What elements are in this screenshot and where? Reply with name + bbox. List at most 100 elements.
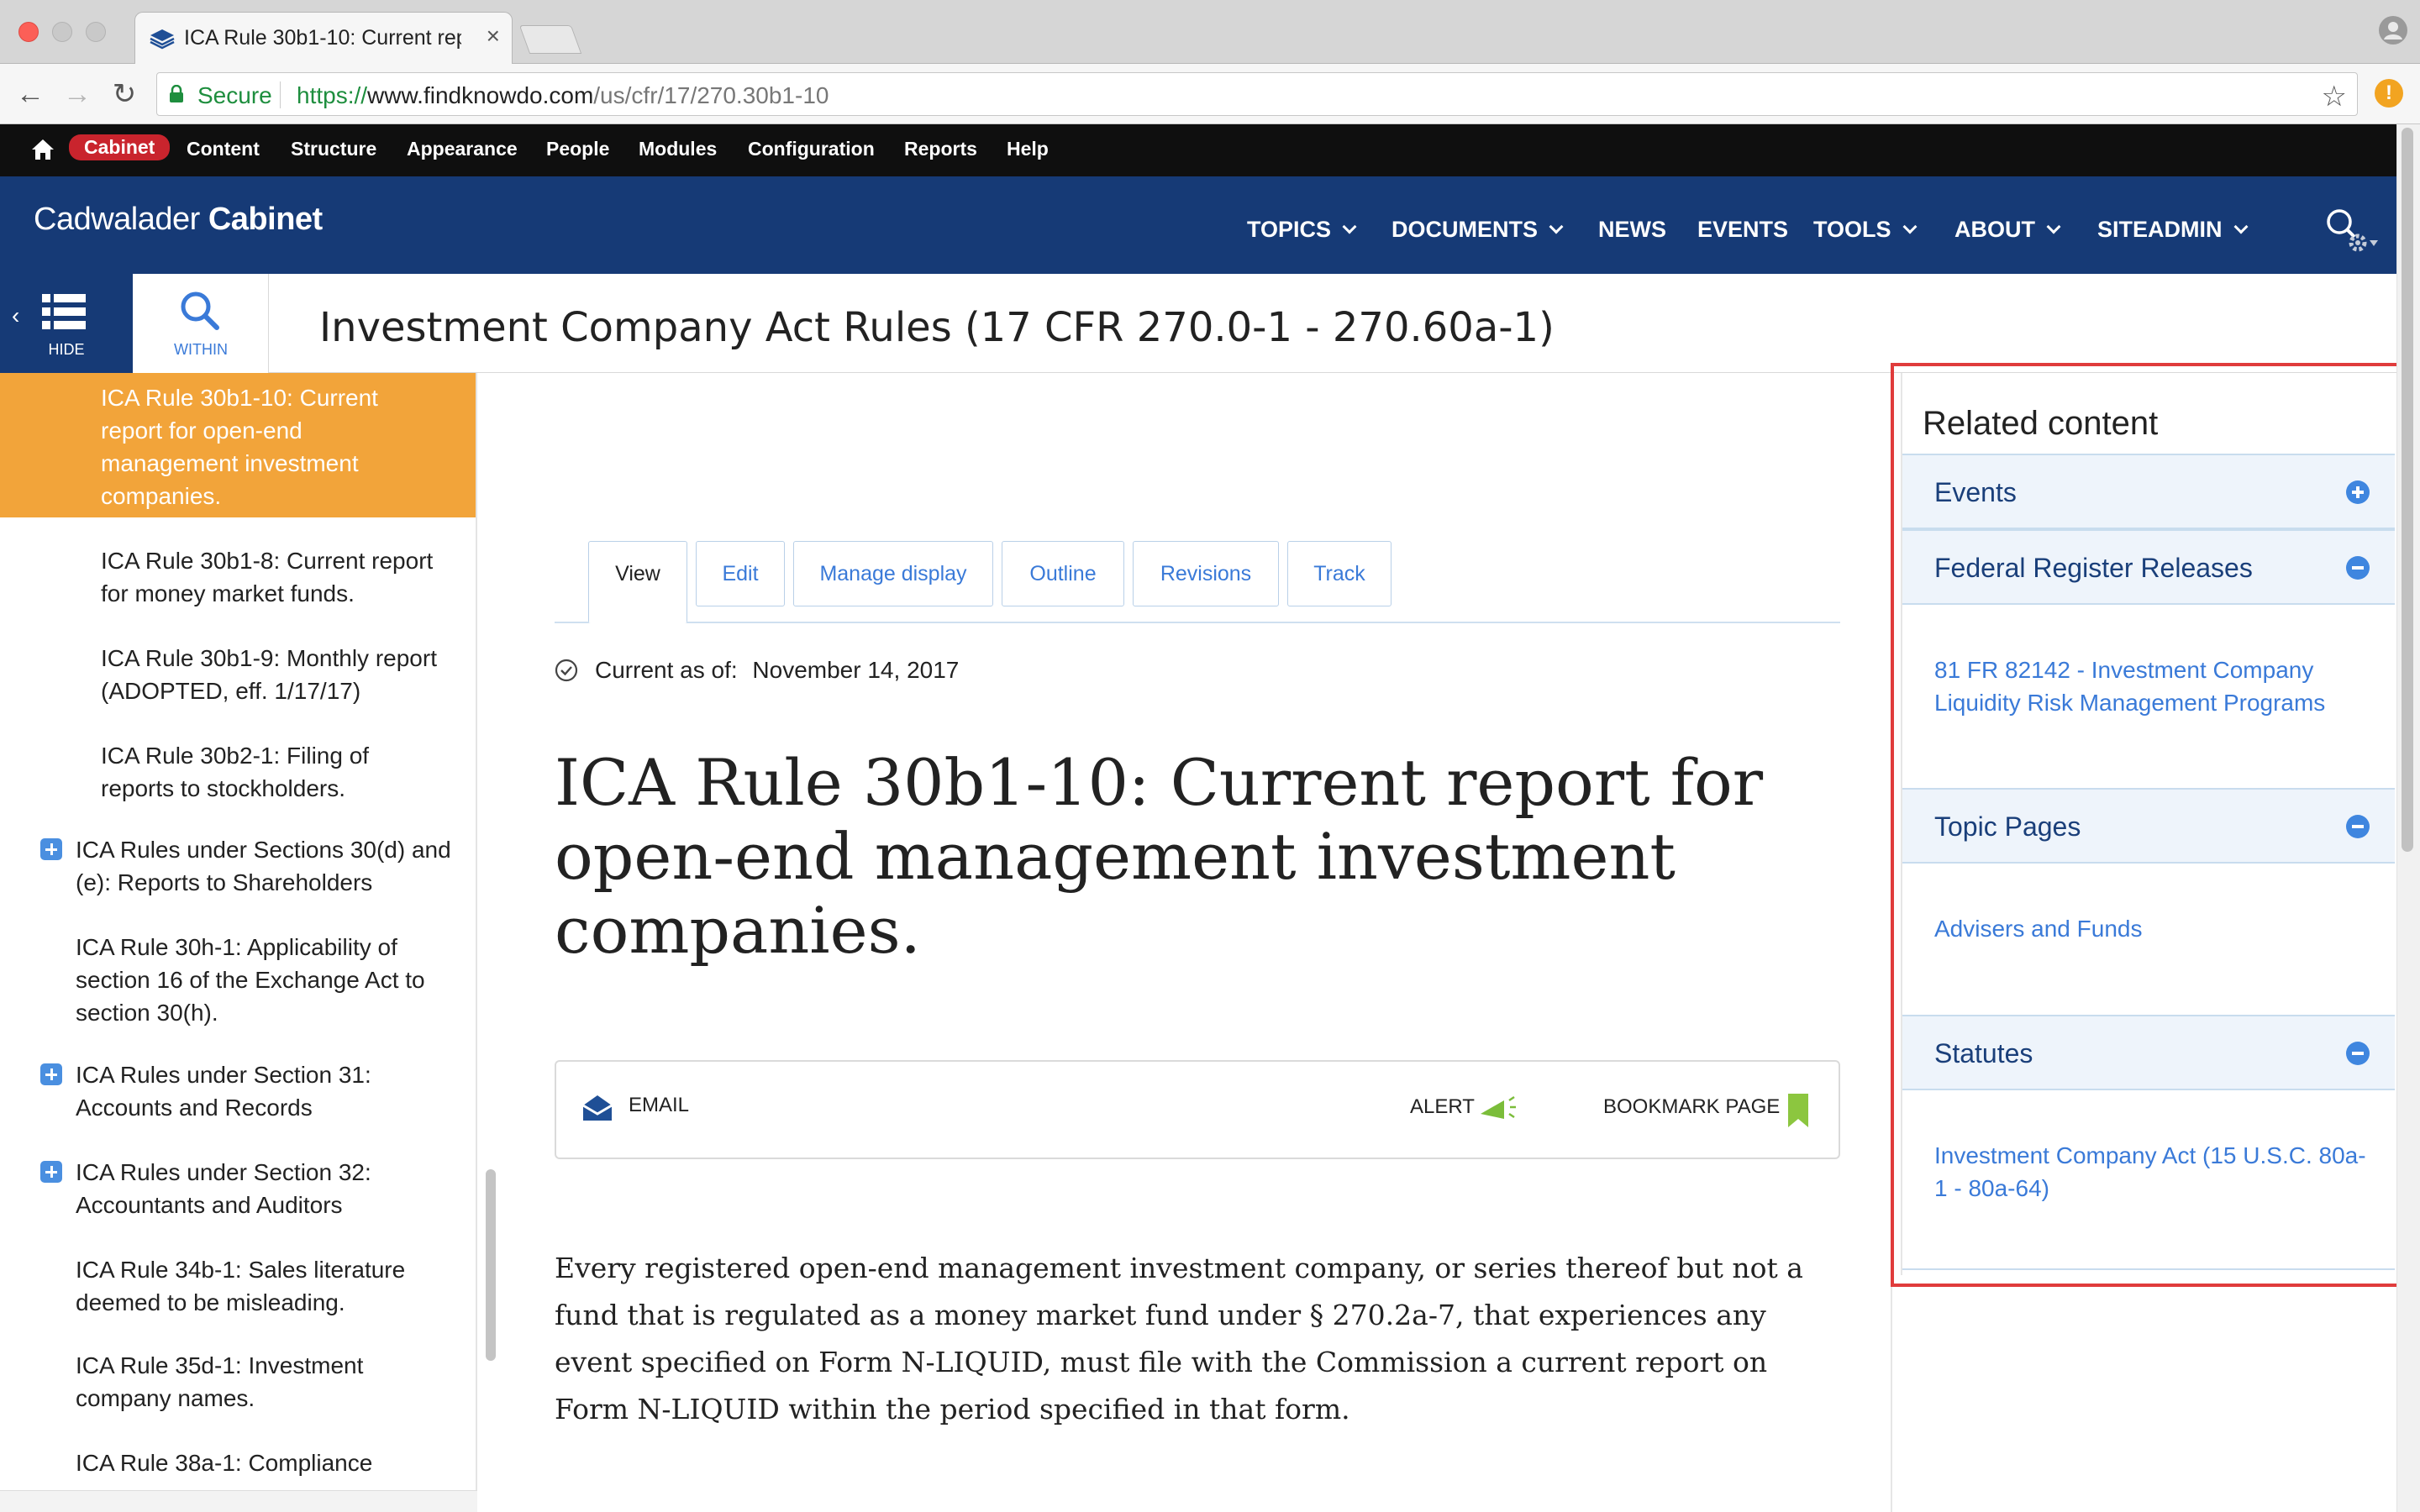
logo-text-bold: Cabinet [208,202,323,237]
nav-siteadmin[interactable]: SITEADMIN [2097,217,2248,243]
nav-siteadmin-label: SITEADMIN [2097,217,2223,242]
page-actions-box: EMAIL ALERT BOOKMARK PAGE [555,1060,1840,1159]
bookmark-page-label[interactable]: BOOKMARK PAGE [1603,1095,1780,1119]
toc-item[interactable]: ICA Rule 30b1-8: Current report for mone… [101,544,462,610]
related-link[interactable]: 81 FR 82142 - Investment Company Liquidi… [1934,654,2371,719]
hide-sidebar-button[interactable]: ‹ HIDE [0,274,133,373]
expand-plus-icon[interactable] [40,1063,62,1085]
expand-plus-icon[interactable] [40,838,62,860]
secure-label: Secure [197,82,272,108]
current-as-of: Current as of: November 14, 2017 [595,657,959,684]
admin-menu-appearance[interactable]: Appearance [407,138,518,160]
toc-item[interactable]: ICA Rule 34b-1: Sales literature deemed … [76,1253,429,1319]
email-label[interactable]: EMAIL [629,1094,689,1117]
nav-about[interactable]: ABOUT [1954,217,2061,243]
back-arrow-icon[interactable]: ← [12,76,49,113]
tab-track[interactable]: Track [1287,541,1392,606]
collapse-minus-icon[interactable] [2346,1042,2370,1065]
search-settings-icon[interactable] [2323,205,2381,255]
email-icon[interactable] [581,1094,613,1122]
collapse-minus-icon[interactable] [2346,815,2370,838]
related-section-federal-register[interactable]: Federal Register Releases [1902,529,2395,605]
nav-tools[interactable]: TOOLS [1813,217,1918,243]
related-link[interactable]: Advisers and Funds [1934,912,2371,945]
close-window-button[interactable] [18,22,39,42]
admin-menu-reports[interactable]: Reports [904,138,977,160]
section-label: Federal Register Releases [1934,553,2253,583]
sidebar-footer-strip [0,1490,477,1512]
page-scrollbar-thumb[interactable] [2402,128,2413,852]
page-title-bar: ‹ HIDE WITHIN Investment Company Act Rul… [0,274,2396,373]
toc-item[interactable]: ICA Rule 35d-1: Investment company names… [76,1349,412,1415]
alert-label[interactable]: ALERT [1410,1095,1475,1119]
nav-topics[interactable]: TOPICS [1247,217,1357,243]
site-logo[interactable]: Cadwalader Cabinet [34,202,323,238]
related-content-inner: Related content Events Federal Register … [1901,373,2395,1275]
url-text[interactable]: https://www.findknowdo.com/us/cfr/17/270… [297,82,829,109]
logo-text-light: Cadwalader [34,202,200,237]
sidebar-scrollbar[interactable] [486,1169,496,1361]
megaphone-icon[interactable] [1479,1094,1518,1121]
toc-item[interactable]: ICA Rule 30h-1: Applicability of section… [76,931,462,1029]
related-link[interactable]: Investment Company Act (15 U.S.C. 80a-1 … [1934,1139,2371,1205]
bookmark-icon[interactable] [1788,1094,1808,1127]
stack-favicon-icon [150,29,175,50]
section-label: Topic Pages [1934,811,2081,842]
tab-outline[interactable]: Outline [1002,541,1124,606]
toc-item-active[interactable]: ICA Rule 30b1-10: Current report for ope… [0,373,476,517]
section-label: Statutes [1934,1038,2033,1068]
current-as-of-date: November 14, 2017 [752,657,960,683]
toc-item[interactable]: ICA Rule 38a-1: Compliance [76,1446,445,1479]
browser-toolbar: ← → ↻ Secure https://www.findknowdo.com/… [0,64,2420,124]
profile-icon[interactable] [2378,15,2408,45]
admin-menu-people[interactable]: People [546,138,609,160]
admin-menu-modules[interactable]: Modules [639,138,717,160]
browser-tab[interactable]: ICA Rule 30b1-10: Current repo × [134,12,513,64]
expand-plus-icon[interactable] [40,1161,62,1183]
admin-menu-help[interactable]: Help [1007,138,1049,160]
nav-topics-label: TOPICS [1247,217,1332,242]
tab-edit[interactable]: Edit [696,541,785,606]
extension-warning-icon[interactable]: ! [2375,79,2403,108]
admin-menu-configuration[interactable]: Configuration [748,138,875,160]
minimize-window-button[interactable] [52,22,72,42]
home-icon[interactable] [30,138,55,161]
page-title: Investment Company Act Rules (17 CFR 270… [319,304,1555,351]
search-within-button[interactable]: WITHIN [133,274,269,373]
reload-icon[interactable]: ↻ [106,76,143,113]
forward-arrow-icon[interactable]: → [59,76,96,113]
admin-menu-structure[interactable]: Structure [291,138,376,160]
rule-body-text: Every registered open-end management inv… [555,1252,1803,1425]
toc-item-expandable[interactable]: ICA Rules under Section 32: Accountants … [76,1156,445,1221]
zoom-window-button[interactable] [86,22,106,42]
new-tab-button[interactable] [518,25,582,54]
tab-view[interactable]: View [588,541,687,623]
related-section-topic-pages[interactable]: Topic Pages [1902,788,2395,864]
toc-item[interactable]: ICA Rule 30b2-1: Filing of reports to st… [101,739,437,805]
related-section-statutes[interactable]: Statutes [1902,1015,2395,1090]
section-label: Events [1934,477,2017,507]
nav-tools-label: TOOLS [1813,217,1891,242]
admin-menu-cabinet[interactable]: Cabinet [69,134,171,160]
related-section-events[interactable]: Events [1902,454,2395,529]
url-path: /us/cfr/17/270.30b1-10 [593,82,829,108]
toc-item[interactable]: ICA Rule 30b1-9: Monthly report (ADOPTED… [101,642,462,707]
tab-close-icon[interactable]: × [487,23,500,50]
nav-documents[interactable]: DOCUMENTS [1392,217,1564,243]
bookmark-star-icon[interactable]: ☆ [2322,80,2347,113]
address-bar[interactable]: Secure https://www.findknowdo.com/us/cfr… [156,72,2358,116]
nav-documents-label: DOCUMENTS [1392,217,1538,242]
nav-events[interactable]: EVENTS [1697,217,1788,243]
nav-news[interactable]: NEWS [1598,217,1666,243]
collapse-minus-icon[interactable] [2346,556,2370,580]
expand-plus-icon[interactable] [2346,480,2370,504]
nav-about-label: ABOUT [1954,217,2035,242]
within-label: WITHIN [174,341,228,358]
toc-item-expandable[interactable]: ICA Rules under Sections 30(d) and (e): … [76,833,462,899]
tab-manage-display[interactable]: Manage display [793,541,993,606]
toc-item-expandable[interactable]: ICA Rules under Section 31: Accounts and… [76,1058,445,1124]
chevron-down-icon [2233,219,2248,234]
tab-revisions[interactable]: Revisions [1133,541,1279,606]
chevron-down-icon [2046,219,2061,234]
admin-menu-content[interactable]: Content [187,138,260,160]
